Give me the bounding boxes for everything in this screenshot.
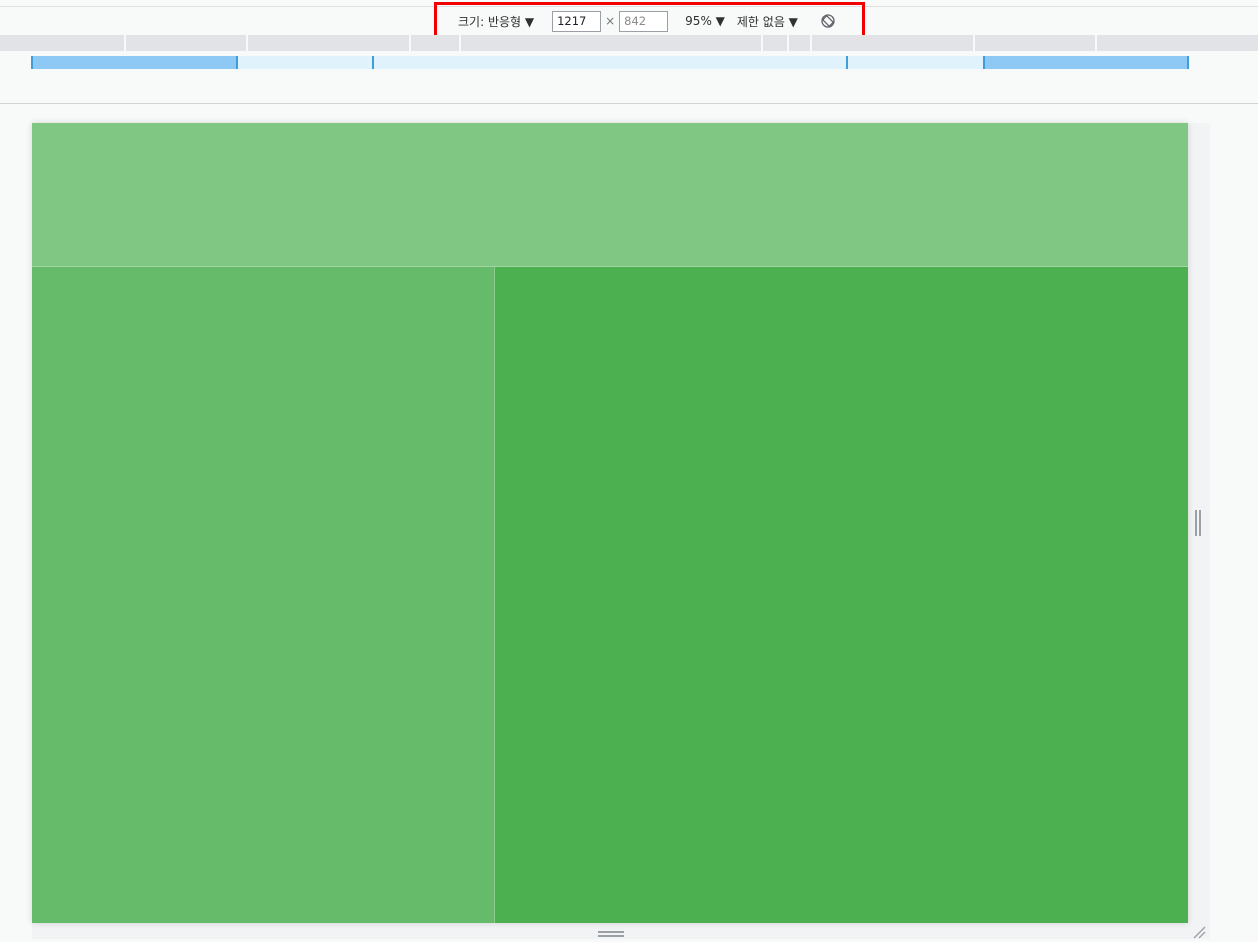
device-toolbar: 크기: 반응형 ▼ × 95% ▼ 제한 없음 ▼	[0, 6, 1258, 35]
header-section	[32, 123, 1188, 267]
media-query-marker	[236, 56, 238, 69]
throttling-dropdown[interactable]: 제한 없음 ▼	[737, 13, 798, 30]
left-section	[32, 267, 495, 923]
viewport-width-input[interactable]	[552, 10, 602, 32]
ruler-tick	[761, 35, 763, 51]
media-query-marker	[372, 56, 374, 69]
ruler-tick	[810, 35, 812, 51]
emulated-viewport	[32, 123, 1188, 923]
resize-corner-icon[interactable]	[1192, 925, 1206, 939]
toolbar-separator	[0, 103, 1258, 104]
zoom-dropdown[interactable]: 95% ▼	[685, 14, 725, 28]
resize-handle-bottom[interactable]	[598, 931, 624, 937]
ruler-tick	[459, 35, 461, 51]
media-query-bar	[31, 56, 1189, 69]
times-symbol: ×	[605, 14, 616, 28]
ruler-tick	[246, 35, 248, 51]
media-query-segment[interactable]	[984, 56, 1189, 69]
ruler-tick	[124, 35, 126, 51]
rotate-icon[interactable]	[820, 13, 836, 29]
media-query-marker	[31, 56, 33, 69]
viewport-height-input[interactable]	[619, 10, 669, 32]
right-section	[495, 267, 1188, 923]
resize-handle-right[interactable]	[1195, 510, 1201, 536]
media-query-ruler	[0, 35, 1258, 51]
media-query-marker	[983, 56, 985, 69]
ruler-tick	[409, 35, 411, 51]
media-query-segment[interactable]	[31, 56, 237, 69]
media-query-marker	[1187, 56, 1189, 69]
media-query-marker	[846, 56, 848, 69]
ruler-tick	[973, 35, 975, 51]
dimensions-dropdown[interactable]: 크기: 반응형 ▼	[458, 13, 534, 30]
ruler-tick	[787, 35, 789, 51]
device-toolbar-controls: 크기: 반응형 ▼ × 95% ▼ 제한 없음 ▼	[440, 7, 836, 35]
ruler-tick	[1095, 35, 1097, 51]
